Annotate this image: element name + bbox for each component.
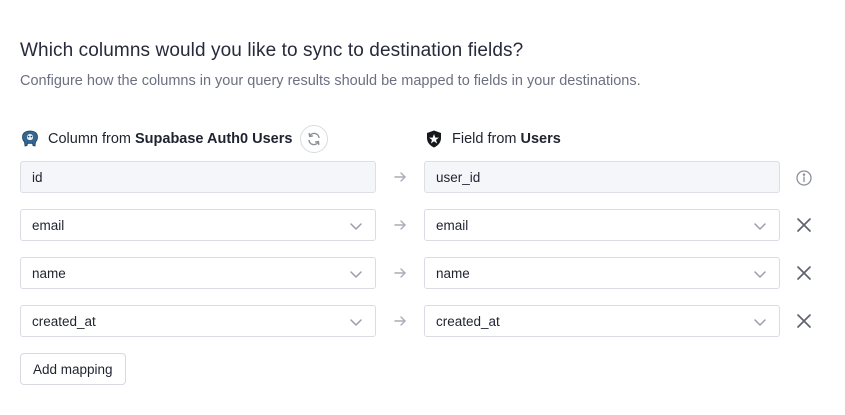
- destination-field-value: user_id: [436, 169, 481, 185]
- chevron-down-icon: [754, 271, 766, 278]
- source-field-id: id: [20, 161, 376, 193]
- source-select-value: email: [32, 217, 65, 233]
- postgres-elephant-icon: [20, 129, 40, 149]
- arrow-right-icon: [394, 220, 406, 230]
- remove-mapping-button[interactable]: [795, 264, 813, 282]
- source-column-prefix: Column from: [48, 131, 131, 147]
- page-title: Which columns would you like to sync to …: [20, 40, 524, 61]
- source-select-value: created_at: [32, 313, 96, 329]
- destination-select-value: email: [436, 217, 469, 233]
- close-icon: [797, 314, 811, 328]
- chevron-down-icon: [754, 223, 766, 230]
- auth0-shield-icon: [424, 129, 444, 149]
- destination-select-name[interactable]: name: [424, 257, 780, 289]
- source-select-email[interactable]: email: [20, 209, 376, 241]
- destination-select-value: created_at: [436, 313, 500, 329]
- remove-mapping-button[interactable]: [795, 216, 813, 234]
- destination-select-value: name: [436, 265, 470, 281]
- destination-column-prefix: Field from: [452, 131, 517, 147]
- source-select-created-at[interactable]: created_at: [20, 305, 376, 337]
- chevron-down-icon: [754, 319, 766, 326]
- arrow-right-icon: [394, 172, 406, 182]
- refresh-icon: [308, 132, 321, 146]
- remove-mapping-button[interactable]: [795, 312, 813, 330]
- chevron-down-icon: [350, 271, 362, 278]
- page-subtitle: Configure how the columns in your query …: [20, 73, 641, 89]
- sync-mapping-panel: Which columns would you like to sync to …: [0, 0, 845, 415]
- source-select-name[interactable]: name: [20, 257, 376, 289]
- destination-select-created-at[interactable]: created_at: [424, 305, 780, 337]
- source-column-name: Supabase Auth0 Users: [135, 131, 293, 147]
- destination-select-email[interactable]: email: [424, 209, 780, 241]
- destination-field-user-id: user_id: [424, 161, 780, 193]
- source-column-header: Column from Supabase Auth0 Users: [20, 125, 329, 153]
- chevron-down-icon: [350, 223, 362, 230]
- arrow-right-icon: [394, 316, 406, 326]
- arrow-right-icon: [394, 268, 406, 278]
- refresh-columns-button[interactable]: [300, 125, 329, 153]
- source-select-value: name: [32, 265, 66, 281]
- close-icon: [797, 218, 811, 232]
- info-icon[interactable]: [795, 169, 813, 187]
- add-mapping-button[interactable]: Add mapping: [20, 353, 126, 385]
- source-field-value: id: [32, 169, 43, 185]
- destination-column-header: Field from Users: [424, 126, 561, 152]
- chevron-down-icon: [350, 319, 362, 326]
- close-icon: [797, 266, 811, 280]
- destination-column-name: Users: [520, 131, 561, 147]
